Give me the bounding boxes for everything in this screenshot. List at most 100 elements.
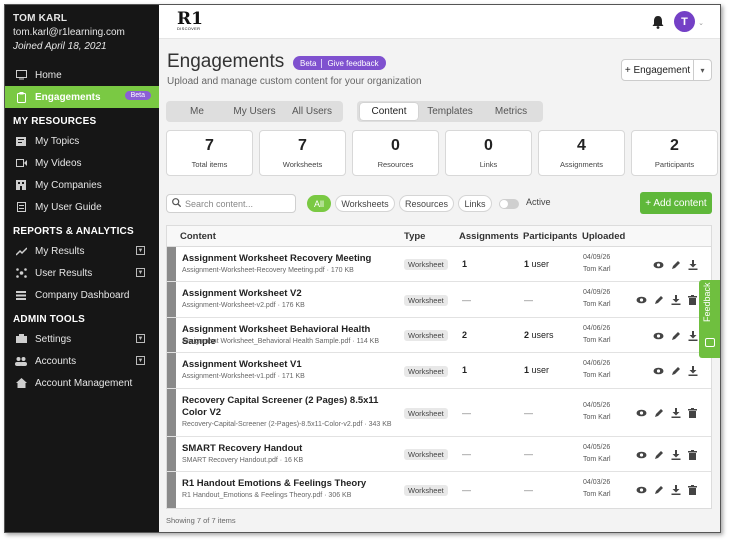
- chevron-down-icon[interactable]: ▼: [136, 356, 145, 365]
- filter-chip-resources[interactable]: Resources: [399, 195, 454, 212]
- trash-icon[interactable]: [687, 484, 698, 495]
- search-input[interactable]: [185, 198, 290, 209]
- sidebar-item-user-results[interactable]: User Results ▼: [5, 262, 159, 284]
- col-uploaded[interactable]: Uploaded: [582, 231, 625, 242]
- r1-logo[interactable]: R1 DISCOVER: [177, 11, 203, 34]
- sidebar-nav: Home Engagements Beta MY RESOURCES My To…: [5, 64, 159, 394]
- col-type[interactable]: Type: [404, 231, 425, 242]
- pencil-icon[interactable]: [670, 330, 681, 341]
- pencil-icon[interactable]: [653, 484, 664, 495]
- download-icon[interactable]: [687, 330, 698, 341]
- row-title[interactable]: SMART Recovery Handout: [182, 443, 397, 455]
- eye-icon[interactable]: [636, 407, 647, 418]
- new-engagement-button[interactable]: + Engagement ▾: [621, 59, 712, 81]
- sidebar-item-engagements[interactable]: Engagements Beta: [5, 86, 159, 108]
- chevron-down-icon[interactable]: ▼: [136, 334, 145, 343]
- content-table: Content Type Assignments Participants Up…: [166, 225, 712, 509]
- row-assignments: 1: [462, 259, 468, 269]
- row-indicator: [167, 247, 176, 281]
- col-participants[interactable]: Participants: [523, 231, 577, 242]
- col-content[interactable]: Content: [180, 231, 216, 242]
- tab-metrics[interactable]: Metrics: [482, 103, 540, 120]
- row-title[interactable]: R1 Handout Emotions & Feelings Theory: [182, 478, 397, 490]
- table-row[interactable]: Assignment Worksheet V2 Assignment-Works…: [167, 282, 711, 318]
- row-assignments: —: [462, 449, 471, 459]
- sidebar-item-account-management[interactable]: Account Management: [5, 372, 159, 394]
- table-row[interactable]: Assignment Worksheet V1 Assignment-Works…: [167, 353, 711, 389]
- row-file: Assignment-Worksheet-Recovery Meeting.pd…: [182, 267, 354, 274]
- give-feedback-link[interactable]: Give feedback: [327, 59, 378, 68]
- filter-chip-all[interactable]: All: [307, 195, 331, 212]
- pencil-icon[interactable]: [653, 294, 664, 305]
- topics-icon: [15, 135, 27, 147]
- table-row[interactable]: Assignment Worksheet Behavioral Health S…: [167, 318, 711, 353]
- tab-all-users[interactable]: All Users: [284, 103, 340, 120]
- pencil-icon[interactable]: [670, 365, 681, 376]
- stat-value: 2: [670, 137, 679, 154]
- row-title[interactable]: Assignment Worksheet Recovery Meeting: [182, 253, 397, 265]
- tab-my-users[interactable]: My Users: [225, 103, 284, 120]
- sidebar-item-company-dashboard[interactable]: Company Dashboard: [5, 284, 159, 306]
- row-file: Assignment Worksheet_Behavioral Health S…: [182, 338, 380, 345]
- trash-icon[interactable]: [687, 449, 698, 460]
- download-icon[interactable]: [670, 294, 681, 305]
- monitor-icon: [15, 69, 27, 81]
- app-window: TOM KARL tom.karl@r1learning.com Joined …: [4, 4, 721, 533]
- trash-icon[interactable]: [687, 407, 698, 418]
- sidebar-item-my-videos[interactable]: My Videos: [5, 152, 159, 174]
- table-row[interactable]: Recovery Capital Screener (2 Pages) 8.5x…: [167, 389, 711, 437]
- table-row[interactable]: R1 Handout Emotions & Feelings Theory R1…: [167, 472, 711, 508]
- row-assignments: 1: [462, 365, 468, 375]
- type-badge: Worksheet: [404, 485, 448, 496]
- eye-icon[interactable]: [653, 365, 664, 376]
- tab-me[interactable]: Me: [169, 103, 225, 120]
- download-icon[interactable]: [687, 259, 698, 270]
- row-title[interactable]: Assignment Worksheet V1: [182, 359, 397, 371]
- download-icon[interactable]: [670, 407, 681, 418]
- filter-chip-worksheets[interactable]: Worksheets: [335, 195, 395, 212]
- pencil-icon[interactable]: [653, 407, 664, 418]
- active-toggle[interactable]: [499, 199, 519, 209]
- chat-icon: [705, 338, 715, 347]
- eye-icon[interactable]: [636, 484, 647, 495]
- download-icon[interactable]: [670, 484, 681, 495]
- add-content-button[interactable]: + Add content: [640, 192, 712, 214]
- chevron-down-icon[interactable]: ▼: [136, 246, 145, 255]
- row-file: R1 Handout_Emotions & Feelings Theory.pd…: [182, 492, 352, 499]
- sidebar-item-my-user-guide[interactable]: My User Guide: [5, 196, 159, 218]
- trash-icon[interactable]: [687, 294, 698, 305]
- row-assignments: 2: [462, 330, 468, 340]
- table-row[interactable]: SMART Recovery Handout SMART Recovery Ha…: [167, 437, 711, 472]
- pencil-icon[interactable]: [670, 259, 681, 270]
- eye-icon[interactable]: [636, 449, 647, 460]
- col-assignments[interactable]: Assignments: [459, 231, 519, 242]
- eye-icon[interactable]: [653, 259, 664, 270]
- feedback-tab[interactable]: Feedback: [699, 280, 720, 358]
- chevron-down-icon[interactable]: ▼: [136, 268, 145, 277]
- sidebar-item-my-results[interactable]: My Results ▼: [5, 240, 159, 262]
- chevron-down-icon[interactable]: ▾: [693, 60, 711, 80]
- chevron-down-icon[interactable]: ⌄: [698, 19, 704, 27]
- filter-chip-links[interactable]: Links: [458, 195, 492, 212]
- row-title[interactable]: Recovery Capital Screener (2 Pages) 8.5x…: [182, 395, 394, 419]
- table-row[interactable]: Assignment Worksheet Recovery Meeting As…: [167, 247, 711, 282]
- row-title[interactable]: Assignment Worksheet V2: [182, 288, 397, 300]
- bell-icon[interactable]: [652, 15, 664, 29]
- eye-icon[interactable]: [653, 330, 664, 341]
- download-icon[interactable]: [670, 449, 681, 460]
- download-icon[interactable]: [687, 365, 698, 376]
- sidebar-item-settings[interactable]: Settings ▼: [5, 328, 159, 350]
- pencil-icon[interactable]: [653, 449, 664, 460]
- active-toggle-label: Active: [526, 197, 551, 207]
- sidebar-item-home[interactable]: Home: [5, 64, 159, 86]
- tab-templates[interactable]: Templates: [418, 103, 482, 120]
- sidebar-item-my-companies[interactable]: My Companies: [5, 174, 159, 196]
- sidebar-item-accounts[interactable]: Accounts ▼: [5, 350, 159, 372]
- beta-feedback-pill[interactable]: Beta Give feedback: [293, 56, 386, 70]
- feedback-label: Feedback: [702, 282, 712, 322]
- avatar[interactable]: T: [674, 11, 695, 32]
- eye-icon[interactable]: [636, 294, 647, 305]
- sidebar-item-my-topics[interactable]: My Topics: [5, 130, 159, 152]
- row-indicator: [167, 437, 176, 471]
- tab-content[interactable]: Content: [360, 103, 418, 120]
